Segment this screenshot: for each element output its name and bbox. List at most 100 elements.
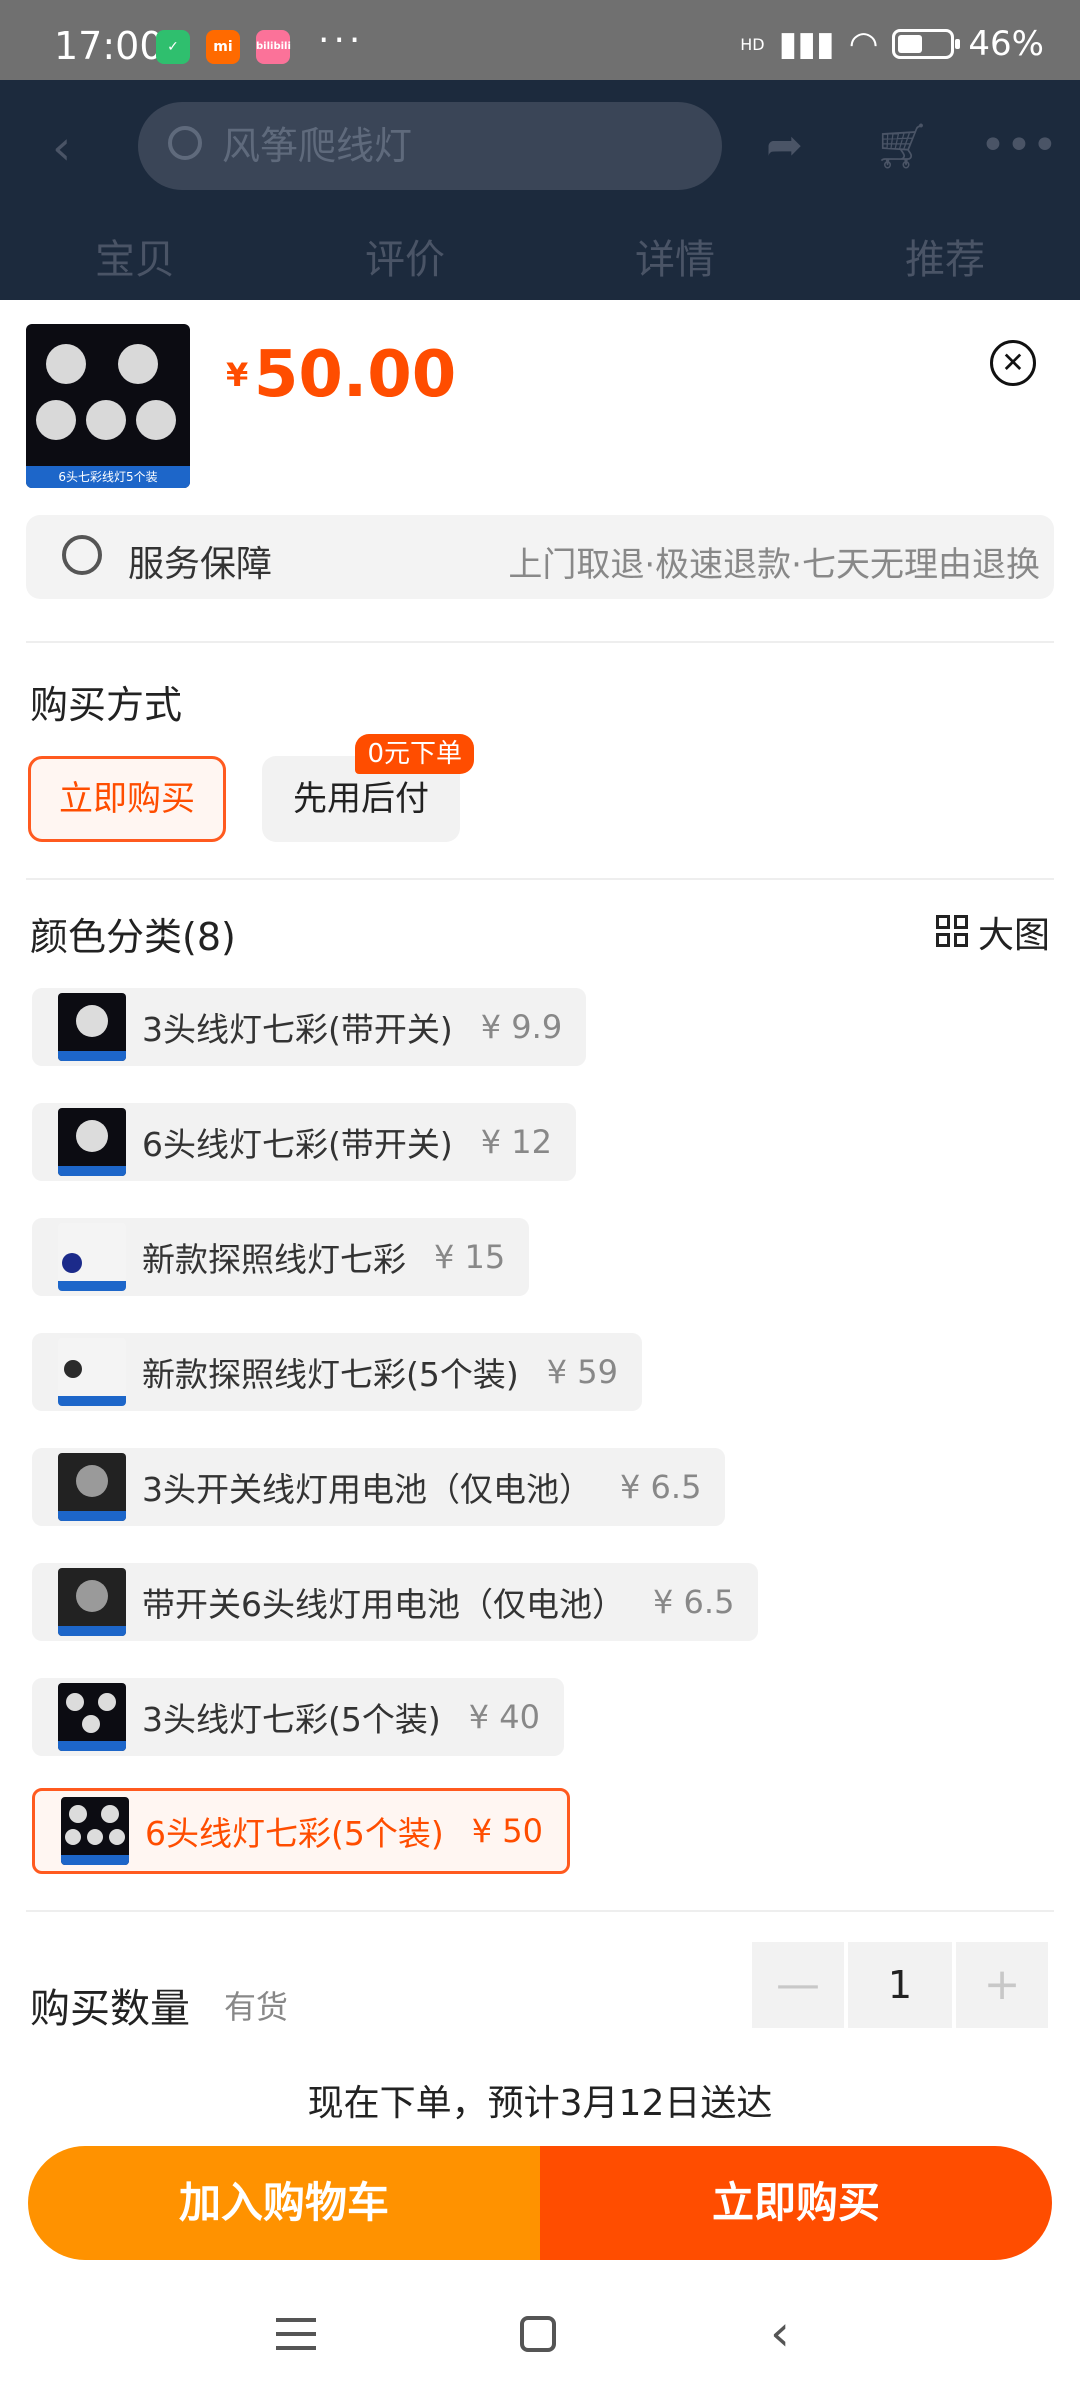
big-picture-label: 大图 bbox=[977, 915, 1050, 956]
service-guarantee[interactable]: 服务保障 上门取退·极速退款·七天无理由退换 bbox=[26, 515, 1054, 599]
share-icon[interactable]: ➦ bbox=[766, 120, 803, 171]
battery-level bbox=[898, 35, 923, 53]
variant-thumbnail bbox=[58, 1683, 126, 1751]
battery-percent: 46% bbox=[968, 24, 1044, 64]
price-value: 50.00 bbox=[253, 338, 457, 412]
battery-icon bbox=[892, 29, 961, 59]
variant-option[interactable]: 3头线灯七彩(带开关) ¥ 9.9 bbox=[32, 988, 587, 1066]
quantity-value[interactable]: 1 bbox=[848, 1942, 952, 2028]
close-icon[interactable]: ✕ bbox=[990, 340, 1036, 386]
status-time: 17:00 bbox=[54, 24, 164, 68]
variant-name: 带开关6头线灯用电池（仅电池） bbox=[142, 1585, 625, 1624]
bilibili-app-icon: bilibili bbox=[256, 30, 291, 64]
search-placeholder: 风筝爬线灯 bbox=[222, 124, 413, 168]
menu-icon[interactable] bbox=[276, 2318, 316, 2352]
thumbnail-caption: 6头七彩线灯5个装 bbox=[26, 466, 190, 488]
variant-option[interactable]: 6头线灯七彩(带开关) ¥ 12 bbox=[32, 1103, 576, 1181]
variant-name: 3头开关线灯用电池（仅电池） bbox=[142, 1470, 592, 1509]
variant-price: ¥ 40 bbox=[468, 1698, 540, 1736]
cart-icon[interactable]: 🛒︎ bbox=[874, 120, 930, 172]
delivery-estimate: 现在下单，预计3月12日送达 bbox=[307, 2083, 773, 2124]
back-nav-icon[interactable]: ‹ bbox=[770, 2304, 790, 2362]
tab-reviews[interactable]: 评价 bbox=[270, 220, 540, 300]
price-symbol: ¥ bbox=[226, 356, 249, 394]
variant-price: ¥ 59 bbox=[546, 1353, 618, 1391]
variant-thumbnail bbox=[58, 1108, 126, 1176]
pay-later-option[interactable]: 先用后付 0元下单 bbox=[262, 734, 474, 842]
add-to-cart-button[interactable]: 加入购物车 bbox=[28, 2146, 540, 2260]
tab-recommend[interactable]: 推荐 bbox=[810, 220, 1080, 300]
variant-thumbnail bbox=[58, 1223, 126, 1291]
grid-icon bbox=[935, 915, 970, 949]
light-image bbox=[36, 400, 76, 440]
status-right: HD ▮▮▮ ◠ 46% bbox=[740, 24, 1044, 64]
search-bar[interactable]: 风筝爬线灯 bbox=[138, 102, 722, 190]
quantity-stepper: — 1 + bbox=[752, 1942, 1048, 2028]
variant-price: ¥ 50 bbox=[471, 1812, 543, 1850]
variant-price: ¥ 15 bbox=[434, 1238, 506, 1276]
variant-thumbnail bbox=[58, 993, 126, 1061]
divider bbox=[26, 1910, 1054, 1912]
variant-thumbnail bbox=[58, 1338, 126, 1406]
divider bbox=[26, 878, 1054, 880]
zero-down-badge: 0元下单 bbox=[355, 734, 474, 774]
light-image bbox=[136, 400, 176, 440]
variant-option[interactable]: 3头线灯七彩(5个装) ¥ 40 bbox=[32, 1678, 564, 1756]
variant-name: 6头线灯七彩(5个装) bbox=[145, 1814, 444, 1853]
light-image bbox=[46, 344, 86, 384]
variant-price: ¥ 6.5 bbox=[653, 1583, 735, 1621]
service-desc: 上门取退·极速退款·七天无理由退换 bbox=[508, 545, 1040, 585]
tab-baobei[interactable]: 宝贝 bbox=[0, 220, 270, 300]
variant-option[interactable]: 新款探照线灯七彩 ¥ 15 bbox=[32, 1218, 530, 1296]
status-bar: 17:00 ✓ mi bilibili ··· HD ▮▮▮ ◠ 46% bbox=[0, 0, 1080, 80]
award-icon bbox=[62, 535, 102, 575]
variant-option[interactable]: 带开关6头线灯用电池（仅电池） ¥ 6.5 bbox=[32, 1563, 759, 1641]
variant-option-selected[interactable]: 6头线灯七彩(5个装) ¥ 50 bbox=[32, 1788, 570, 1874]
color-category-title: 颜色分类(8) bbox=[30, 915, 236, 959]
variant-price: ¥ 12 bbox=[480, 1123, 552, 1161]
buy-now-option-label: 立即购买 bbox=[59, 779, 195, 819]
system-nav-bar: ‹ bbox=[0, 2290, 1080, 2400]
action-bar: 加入购物车 立即购买 bbox=[28, 2146, 1052, 2260]
buy-now-button[interactable]: 立即购买 bbox=[540, 2146, 1052, 2260]
wifi-icon: ◠ bbox=[848, 24, 879, 64]
variant-thumbnail bbox=[58, 1568, 126, 1636]
search-icon bbox=[168, 126, 202, 160]
pay-later-option-label: 先用后付 bbox=[293, 779, 429, 819]
variant-price: ¥ 9.9 bbox=[480, 1008, 563, 1046]
variant-option[interactable]: 新款探照线灯七彩(5个装) ¥ 59 bbox=[32, 1333, 642, 1411]
stock-status: 有货 bbox=[224, 1988, 289, 2026]
variant-name: 新款探照线灯七彩(5个装) bbox=[142, 1355, 519, 1394]
price: ¥ 50.00 bbox=[226, 338, 456, 412]
dimmed-header: ‹ 风筝爬线灯 ➦ 🛒︎ ••• 宝贝 评价 详情 推荐 bbox=[0, 80, 1080, 300]
back-icon[interactable]: ‹ bbox=[52, 120, 71, 176]
tab-details[interactable]: 详情 bbox=[540, 220, 810, 300]
shield-app-icon: ✓ bbox=[156, 30, 190, 64]
variant-price: ¥ 6.5 bbox=[620, 1468, 702, 1506]
divider bbox=[26, 641, 1054, 643]
buy-now-option[interactable]: 立即购买 bbox=[28, 756, 226, 842]
more-icon[interactable]: ••• bbox=[980, 120, 1058, 171]
variant-name: 6头线灯七彩(带开关) bbox=[142, 1125, 453, 1164]
product-tabs: 宝贝 评价 详情 推荐 bbox=[0, 220, 1080, 300]
home-icon[interactable] bbox=[520, 2316, 556, 2352]
variant-thumbnail bbox=[61, 1797, 129, 1865]
light-image bbox=[86, 400, 126, 440]
variant-name: 新款探照线灯七彩 bbox=[142, 1240, 406, 1279]
variant-name: 3头线灯七彩(带开关) bbox=[142, 1010, 453, 1049]
increase-button[interactable]: + bbox=[956, 1942, 1048, 2028]
signal-bars-icon: ▮▮▮ bbox=[778, 24, 835, 64]
decrease-button[interactable]: — bbox=[752, 1942, 844, 2028]
mi-app-icon: mi bbox=[206, 30, 240, 64]
big-picture-button[interactable]: 大图 bbox=[935, 906, 1050, 958]
more-notifications-icon: ··· bbox=[318, 20, 365, 61]
purchase-method-title: 购买方式 bbox=[30, 683, 183, 727]
light-image bbox=[118, 344, 158, 384]
variant-thumbnail bbox=[58, 1453, 126, 1521]
service-label: 服务保障 bbox=[128, 544, 273, 585]
product-thumbnail[interactable]: 6头七彩线灯5个装 bbox=[26, 324, 190, 488]
variant-name: 3头线灯七彩(5个装) bbox=[142, 1700, 441, 1739]
quantity-label: 购买数量 bbox=[30, 1986, 190, 2032]
signal-icon: HD bbox=[740, 34, 765, 54]
variant-option[interactable]: 3头开关线灯用电池（仅电池） ¥ 6.5 bbox=[32, 1448, 726, 1526]
